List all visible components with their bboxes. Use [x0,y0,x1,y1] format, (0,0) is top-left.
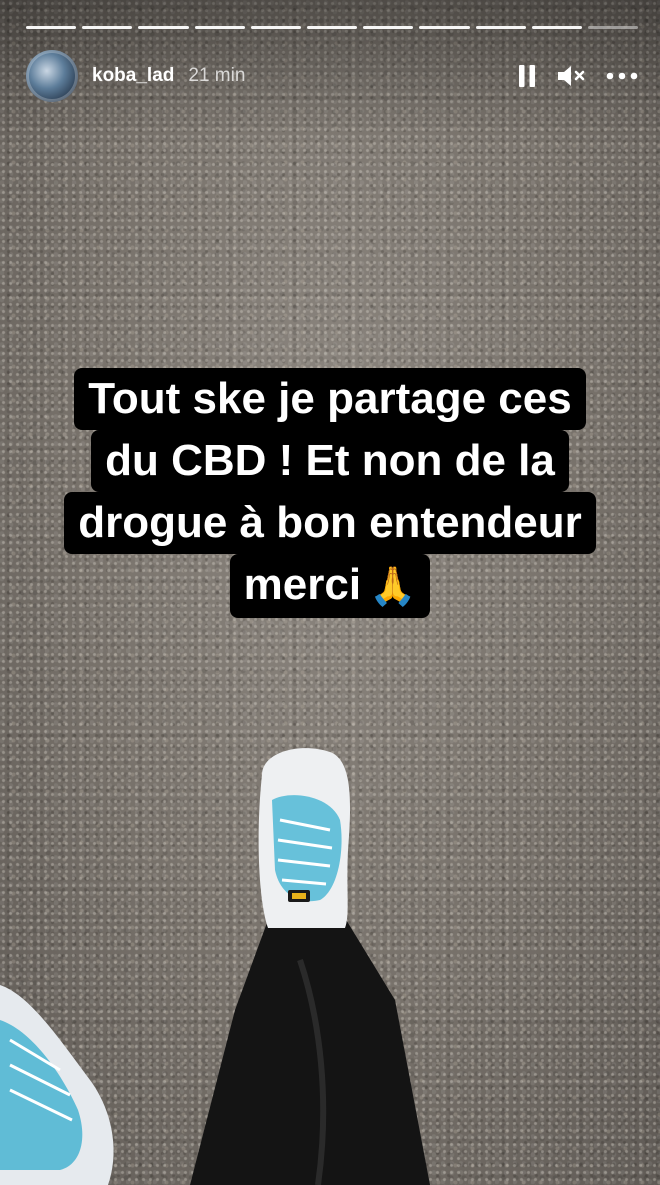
progress-segment [138,26,189,29]
pause-icon [519,65,535,87]
more-button[interactable] [606,72,638,80]
story-progress-bar [26,26,639,29]
mute-button[interactable] [556,64,586,88]
caption-line-3: drogue à bon entendeur [64,492,596,554]
caption-line-2: du CBD ! Et non de la [91,430,569,492]
caption-line-4: merci 🙏 [229,554,431,619]
progress-segment [419,26,470,29]
progress-segment [82,26,133,29]
story-controls [518,64,638,88]
progress-segment [531,26,582,29]
story-caption: Tout ske je partage ces du CBD ! Et non … [0,368,660,619]
username[interactable]: koba_lad [92,65,174,87]
progress-segment [587,26,639,29]
progress-segment [306,26,358,29]
story-view[interactable]: koba_lad 21 min Tout ske je partage ces … [0,0,660,1185]
avatar[interactable] [26,50,78,102]
progress-segment [475,26,526,29]
caption-line-4-text: merci [243,560,362,609]
more-icon [606,72,638,80]
mute-icon [558,66,585,86]
story-header: koba_lad 21 min [26,50,638,102]
praying-hands-icon: 🙏 [369,566,417,609]
progress-segment [250,26,301,29]
pause-button[interactable] [518,65,536,87]
progress-segment [26,26,77,29]
progress-segment [194,26,245,29]
progress-segment [363,26,414,29]
caption-line-1: Tout ske je partage ces [74,368,586,430]
timestamp: 21 min [188,65,246,86]
